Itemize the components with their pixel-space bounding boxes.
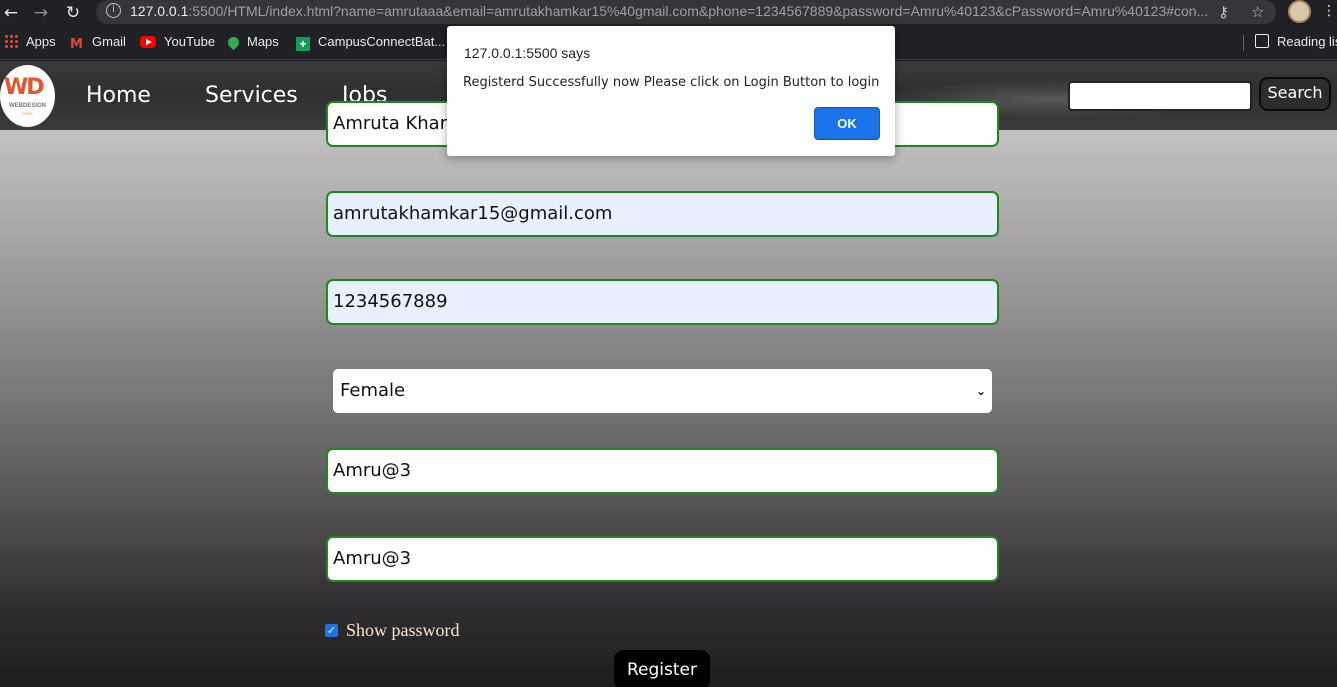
logo-subtext: FREE [22,111,33,116]
maps-icon [225,34,242,51]
alert-title: 127.0.0.1:5500 says [464,45,591,61]
ok-button[interactable]: OK [814,107,880,140]
star-icon[interactable]: ☆ [1251,3,1264,21]
logo-text: WEBDESIGN [8,103,46,109]
reload-icon[interactable]: ↻ [62,2,84,24]
site-logo[interactable]: WD WEBDESIGN FREE [0,65,55,127]
bookmark-campusconnect[interactable]: + CampusConnectBat... [296,34,445,52]
search-button[interactable]: Search [1259,77,1331,111]
back-icon[interactable]: ← [0,2,22,24]
search-input[interactable] [1068,81,1252,111]
logo-mark-icon: WD [4,75,45,100]
forward-icon[interactable]: → [30,2,52,24]
url-text[interactable]: 127.0.0.1:5500/HTML/index.html?name=amru… [130,3,1210,19]
confirm-password-field[interactable]: Amru@3 [326,536,999,582]
menu-icon[interactable]: ⋮ [1322,3,1336,19]
reading-list[interactable]: Reading list [1255,34,1337,52]
address-bar[interactable]: i 127.0.0.1:5500/HTML/index.html?name=am… [96,0,1276,24]
email-field[interactable]: amrutakhamkar15@gmail.com [326,191,999,237]
browser-toolbar: ← → ↻ i 127.0.0.1:5500/HTML/index.html?n… [0,0,1337,26]
phone-field[interactable]: 1234567889 [326,279,999,325]
gender-select[interactable]: Female ⌄ [333,369,992,413]
site-info-icon[interactable]: i [106,3,121,18]
bookmark-youtube[interactable]: YouTube [140,34,215,52]
alert-message: Registerd Successfully now Please click … [463,75,880,90]
gmail-icon: M [70,37,83,52]
show-password-checkbox[interactable]: ✓ [325,624,338,637]
profile-avatar[interactable] [1288,0,1311,23]
bookmark-apps[interactable]: Apps [4,34,56,52]
reading-list-icon [1255,34,1269,48]
alert-dialog: 127.0.0.1:5500 says Registerd Successful… [447,26,895,156]
register-button[interactable]: Register [614,650,710,687]
nav-services[interactable]: Services [205,83,298,108]
apps-grid-icon [4,34,18,48]
nav-home[interactable]: Home [86,83,151,108]
bookmarks-divider [1243,35,1244,51]
chevron-down-icon: ⌄ [975,384,986,398]
password-field[interactable]: Amru@3 [326,448,999,494]
youtube-icon [140,36,156,48]
show-password-label: Show password [346,620,460,640]
gender-select-value: Female [340,380,406,401]
bookmark-gmail[interactable]: M Gmail [70,34,126,52]
key-icon[interactable]: ⚷ [1218,3,1229,21]
campus-icon: + [296,37,310,51]
bookmark-maps[interactable]: Maps [225,34,279,52]
